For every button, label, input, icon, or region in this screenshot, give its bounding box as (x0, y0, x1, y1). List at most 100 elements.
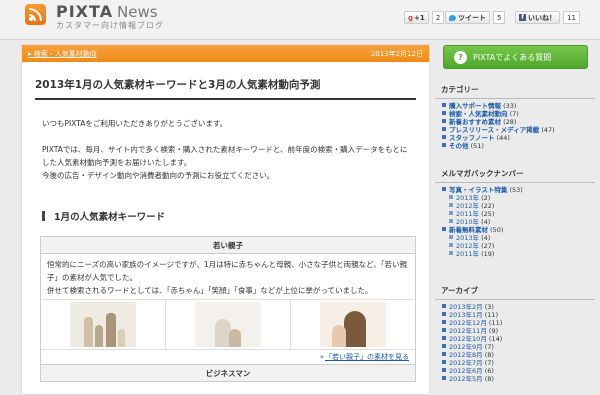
site-subtitle: カスタマー向け情報ブログ (56, 21, 164, 30)
archive-link[interactable]: 2012年11月 (449, 327, 487, 335)
backnumber-count: (50) (490, 226, 504, 234)
category-item: 購入サポート情報 (33) (442, 102, 595, 110)
category-item: プレスリリース・メディア掲載 (47) (442, 126, 595, 134)
family-photo-3[interactable] (320, 302, 386, 347)
article: 検索・人気素材動向 2013年2月12日 2013年1月の人気素材キーワードと3… (21, 44, 430, 395)
category-item: 検索・人気素材動向 (7) (442, 110, 595, 118)
tweet-widget: ツイート 5 (445, 11, 506, 24)
archive-link[interactable]: 2012年7月 (449, 359, 483, 367)
backnumber-count: (53) (509, 186, 523, 194)
backnumber-link[interactable]: 2012年 (456, 202, 479, 210)
archive-count: (11) (488, 319, 503, 327)
backnumber-link[interactable]: 2011年 (456, 250, 479, 258)
archive-link[interactable]: 2012年5月 (449, 375, 483, 383)
archive-link[interactable]: 2013年2月 (449, 303, 483, 311)
section-marker (42, 211, 45, 221)
backnumber-item: 2012年 (27) (449, 242, 595, 250)
backnumber-link[interactable]: 写真・イラスト特集 (449, 186, 507, 194)
archive-item: 2012年7月 (7) (442, 359, 595, 367)
archive-count: (3) (484, 303, 494, 311)
keyword-materials-link[interactable]: 「若い親子」の素材を見る (325, 353, 409, 361)
family-photo-2[interactable] (195, 302, 261, 347)
site-logo-news[interactable]: News (117, 3, 158, 21)
backnumber-count: (27) (481, 242, 495, 250)
backnumber-count: (22) (481, 202, 495, 210)
category-item: その他 (51) (442, 142, 595, 150)
facebook-icon: f (519, 14, 526, 21)
archive-link[interactable]: 2012年8月 (449, 351, 483, 359)
category-count: (28) (503, 118, 517, 126)
keyword-heading-2: ビジネスマン (41, 364, 415, 381)
backnumber-count: (2) (481, 194, 491, 202)
archive-count: (8) (484, 375, 494, 383)
category-link[interactable]: 検索・人気素材動向 (449, 110, 508, 118)
like-button[interactable]: f いいね！ (515, 11, 560, 24)
article-title: 2013年1月の人気素材キーワードと3月の人気素材動向予測 (35, 77, 416, 100)
backnumber-item: 2011年 (25) (449, 210, 595, 218)
archive-item: 2012年10月 (14) (442, 335, 595, 343)
gplus-button[interactable]: g +1 (404, 11, 429, 24)
category-link[interactable]: プレスリリース・メディア掲載 (449, 126, 539, 134)
archive-link[interactable]: 2012年10月 (449, 335, 487, 343)
backnumber-count: (4) (481, 234, 491, 242)
archive-list: 2013年2月 (3) 2013年1月 (11) 2012年12月 (11) 2012… (442, 303, 595, 383)
category-count: (51) (470, 142, 484, 150)
backnumber-link[interactable]: 2010年 (456, 218, 479, 226)
archive-link[interactable]: 2013年1月 (449, 311, 483, 319)
article-body-2: 今後の広告・デザイン動向や消費者動向の予測にお役立てください。 (42, 171, 275, 180)
backnumber-title: メルマガバックナンバー (435, 168, 595, 183)
like-widget: f いいね！ 11 (515, 11, 580, 24)
backnumber-link[interactable]: 新着無料素材 (449, 226, 488, 234)
twitter-bird-icon (449, 14, 456, 21)
archive-link[interactable]: 2012年12月 (449, 319, 487, 327)
archive-item: 2012年8月 (8) (442, 351, 595, 359)
section-title: 1月の人気素材キーワード (54, 212, 166, 223)
category-link[interactable]: スタッフノート (449, 134, 495, 142)
category-item: 新着おすすめ素材 (28) (442, 118, 595, 126)
backnumber-link[interactable]: 2011年 (456, 210, 479, 218)
archive-item: 2012年6月 (6) (442, 367, 595, 375)
category-count: (7) (509, 110, 519, 118)
archive-link[interactable]: 2012年9月 (449, 343, 483, 351)
article-body-1: PIXTAでは、毎月、サイト内で多く検索・購入された素材キーワードと、前年度の検… (42, 145, 408, 167)
faq-label: PIXTAでよくある質問 (473, 52, 552, 62)
article-category-link[interactable]: 検索・人気素材動向 (28, 49, 97, 59)
archive-item: 2012年9月 (7) (442, 343, 595, 351)
categories-title: カテゴリー (435, 84, 595, 99)
article-date: 2013年2月12日 (370, 49, 423, 58)
like-count: 11 (563, 11, 580, 24)
gplus-widget: g +1 2 (404, 11, 445, 24)
faq-button[interactable]: ? PIXTAでよくある質問 (443, 45, 588, 69)
backnumber-link[interactable]: 2012年 (456, 242, 479, 250)
archive-item: 2013年1月 (11) (442, 311, 595, 319)
archive-item: 2012年12月 (11) (442, 319, 595, 327)
rss-icon[interactable] (25, 4, 46, 25)
site-logo[interactable]: PIXTA (56, 2, 113, 21)
backnumber-item: 2012年 (22) (449, 202, 595, 210)
category-link[interactable]: 購入サポート情報 (449, 102, 501, 110)
backnumber-count: (4) (481, 218, 491, 226)
archive-count: (8) (484, 351, 494, 359)
backnumber-list: 写真・イラスト特集 (53) 2013年 (2) 2012年 (22) 2011年 (… (442, 186, 595, 258)
backnumber-link[interactable]: 2013年 (456, 194, 479, 202)
backnumber-count: (25) (481, 210, 495, 218)
archive-count: (14) (488, 335, 503, 343)
keyword-heading: 若い親子 (41, 237, 415, 254)
archive-item: 2012年5月 (8) (442, 375, 595, 383)
tweet-count: 5 (493, 11, 506, 24)
backnumber-widget: メルマガバックナンバー 写真・イラスト特集 (53) 2013年 (2) 2012年… (435, 168, 595, 258)
gplus-count: 2 (431, 11, 445, 24)
archive-count: (7) (484, 359, 494, 367)
question-icon: ? (454, 50, 467, 64)
archive-item: 2013年2月 (3) (442, 303, 595, 311)
keyword-table: 若い親子 恒常的にニーズの高い家族のイメージですが、1月は特に赤ちゃんと母親、小… (40, 236, 416, 382)
category-link[interactable]: 新着おすすめ素材 (449, 118, 501, 126)
tweet-button[interactable]: ツイート (445, 11, 490, 24)
categories-widget: カテゴリー 購入サポート情報 (33) 検索・人気素材動向 (7) 新着おすすめ素材… (435, 84, 595, 150)
archive-link[interactable]: 2012年6月 (449, 367, 483, 375)
keyword-photos (41, 299, 415, 349)
family-photo-1[interactable] (70, 302, 136, 347)
category-link[interactable]: その他 (449, 142, 469, 150)
backnumber-item: 2010年 (4) (449, 218, 595, 226)
backnumber-link[interactable]: 2013年 (456, 234, 479, 242)
